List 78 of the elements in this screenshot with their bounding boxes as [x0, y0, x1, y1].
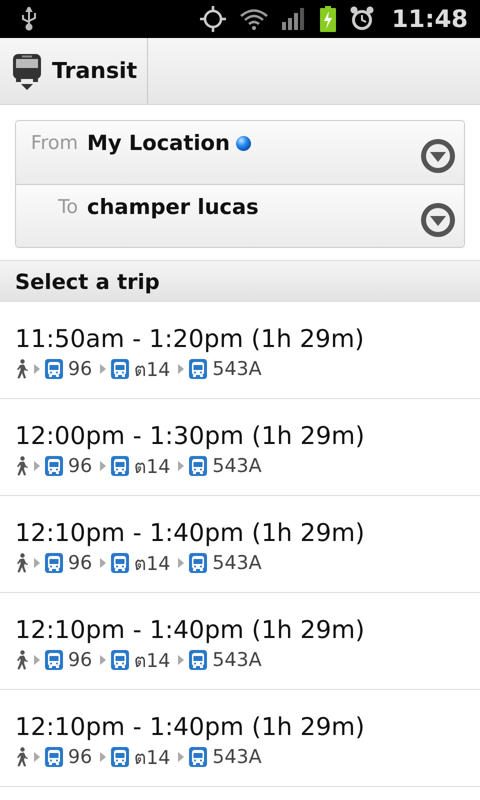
arrow-icon [178, 558, 184, 568]
walking-person-icon [15, 553, 29, 573]
route-field[interactable]: To champer lucas [16, 184, 464, 247]
bus-icon [111, 553, 130, 573]
arrow-icon [178, 364, 184, 374]
bus-icon [189, 359, 208, 379]
route-number: 96 [68, 649, 92, 671]
trip-item[interactable]: 11:50am - 1:20pm (1h 29m) 96 ต14 543A [0, 302, 480, 399]
route-number: 543A [212, 552, 262, 574]
dropdown-icon[interactable] [420, 138, 456, 174]
arrow-icon [178, 752, 184, 762]
trip-time: 12:10pm - 1:40pm (1h 29m) [15, 712, 366, 742]
dropdown-icon[interactable] [420, 202, 456, 238]
bus-icon [189, 456, 208, 476]
arrow-icon [34, 461, 40, 471]
bus-icon [189, 747, 208, 767]
bus-icon [45, 456, 63, 476]
route-number: 543A [212, 358, 262, 380]
usb-icon [22, 7, 36, 31]
bus-icon [45, 359, 63, 379]
trip-time: 11:50am - 1:20pm (1h 29m) [15, 324, 366, 354]
route-number: 96 [68, 552, 92, 574]
arrow-icon [178, 461, 184, 471]
bus-icon [45, 747, 63, 767]
arrow-icon [178, 655, 184, 665]
field-label: From [30, 131, 78, 155]
gps-icon [200, 6, 226, 32]
bus-icon [45, 553, 63, 573]
route-number: 96 [68, 455, 92, 477]
trip-item[interactable]: 12:10pm - 1:40pm (1h 29m) 96 ต14 543A [0, 593, 480, 690]
bus-icon [189, 553, 208, 573]
field-label: To [56, 195, 78, 219]
bus-icon [12, 51, 42, 91]
route-number: 96 [68, 746, 92, 768]
walking-person-icon [15, 456, 29, 476]
route-number: ต14 [134, 746, 170, 771]
location-dot-icon [236, 136, 251, 150]
bus-icon [111, 456, 130, 476]
route-number: 96 [68, 358, 92, 380]
route-number: ต14 [134, 552, 170, 577]
arrow-icon [34, 364, 40, 374]
route-number: 543A [212, 746, 262, 768]
walking-person-icon [15, 359, 29, 379]
section-title: Select a trip [15, 270, 160, 294]
route-number: ต14 [134, 358, 170, 383]
field-value: champer lucas [87, 195, 259, 219]
route-number: ต14 [134, 649, 170, 674]
route-number: 543A [212, 649, 262, 671]
arrow-icon [100, 558, 106, 568]
arrow-icon [100, 461, 106, 471]
arrow-icon [100, 364, 106, 374]
bus-icon [111, 650, 130, 670]
trip-item[interactable]: 12:00pm - 1:30pm (1h 29m) 96 ต14 543A [0, 399, 480, 496]
signal-icon [282, 8, 306, 30]
arrow-icon [34, 558, 40, 568]
trip-item[interactable]: 12:10pm - 1:40pm (1h 29m) 96 ต14 543A [0, 496, 480, 593]
arrow-icon [100, 655, 106, 665]
bus-icon [111, 359, 130, 379]
arrow-icon [34, 752, 40, 762]
route-number: ต14 [134, 455, 170, 480]
trip-time: 12:10pm - 1:40pm (1h 29m) [15, 615, 366, 645]
arrow-icon [34, 655, 40, 665]
walking-person-icon [15, 747, 29, 767]
bus-icon [189, 650, 208, 670]
battery-charging-icon [320, 6, 336, 32]
alarm-clock-icon [350, 6, 374, 32]
walking-person-icon [15, 650, 29, 670]
bus-icon [45, 650, 63, 670]
trip-time: 12:10pm - 1:40pm (1h 29m) [15, 518, 366, 548]
field-value: My Location [87, 131, 230, 155]
trip-time: 12:00pm - 1:30pm (1h 29m) [15, 421, 366, 451]
route-number: 543A [212, 455, 262, 477]
arrow-icon [100, 752, 106, 762]
wifi-icon [240, 8, 268, 30]
trip-item[interactable]: 12:10pm - 1:40pm (1h 29m) 96 ต14 543A [0, 690, 480, 787]
route-field[interactable]: From My Location [16, 121, 464, 184]
bus-icon [111, 747, 130, 767]
status-time: 11:48 [392, 5, 468, 33]
